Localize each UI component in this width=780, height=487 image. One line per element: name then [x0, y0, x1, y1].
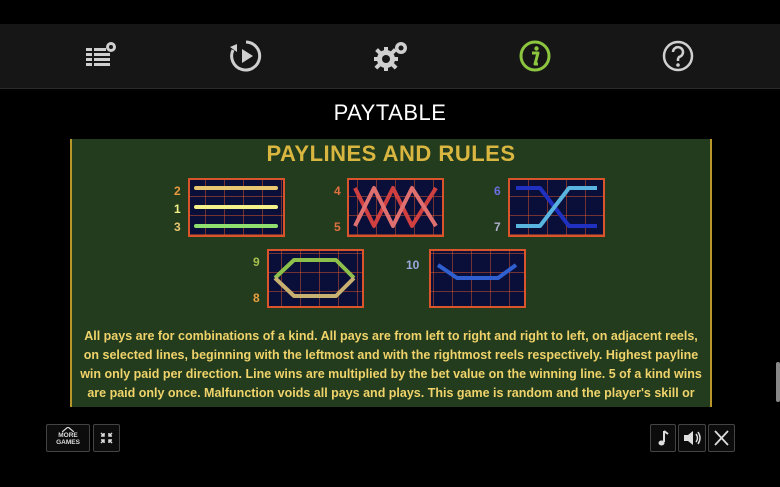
- sound-icon: [684, 431, 701, 445]
- payline-group-4: 9 8: [253, 249, 364, 308]
- paylines-diagram: 2 1 3 4 5 6 7 9 8 10: [174, 178, 605, 308]
- settings-list-icon[interactable]: [84, 38, 120, 74]
- scroll-handle[interactable]: [776, 362, 780, 402]
- music-button[interactable]: [650, 424, 676, 452]
- rules-text: All pays are for combinations of a kind.…: [80, 329, 702, 400]
- more-games-label-line1: MORE: [58, 432, 78, 439]
- page-title: PAYTABLE: [333, 100, 447, 125]
- info-icon[interactable]: [517, 38, 553, 74]
- payline-number: 6: [494, 184, 501, 198]
- autoplay-icon[interactable]: [228, 38, 264, 74]
- paytable-panel: PAYLINES AND RULES 2 1 3 4 5 6 7 9 8 10 …: [70, 139, 712, 407]
- more-games-label-line2: GAMES: [56, 439, 80, 446]
- more-games-button[interactable]: MORE GAMES: [46, 424, 90, 452]
- payline-group-1: 2 1 3: [174, 178, 285, 237]
- payline-number: 9: [253, 255, 260, 269]
- payline-number: 8: [253, 291, 260, 305]
- payline-number: 3: [174, 220, 181, 234]
- payline-number: 4: [334, 184, 341, 198]
- settings-icon[interactable]: [372, 38, 408, 74]
- payline-number: 10: [406, 258, 420, 272]
- close-button[interactable]: [708, 424, 735, 452]
- payline-group-3: 6 7: [494, 178, 605, 237]
- payline-group-2: 4 5: [334, 178, 444, 237]
- music-icon: [658, 430, 669, 446]
- payline-number: 7: [494, 220, 501, 234]
- collapse-icon: [100, 432, 113, 444]
- payline-number: 5: [334, 220, 341, 234]
- sound-button[interactable]: [678, 424, 706, 452]
- payline-number: 1: [174, 202, 181, 216]
- help-icon[interactable]: [660, 38, 696, 74]
- collapse-button[interactable]: [93, 424, 120, 452]
- payline-group-5: 10: [406, 249, 526, 308]
- top-toolbar: [0, 24, 780, 89]
- payline-number: 2: [174, 184, 181, 198]
- close-icon: [714, 430, 729, 446]
